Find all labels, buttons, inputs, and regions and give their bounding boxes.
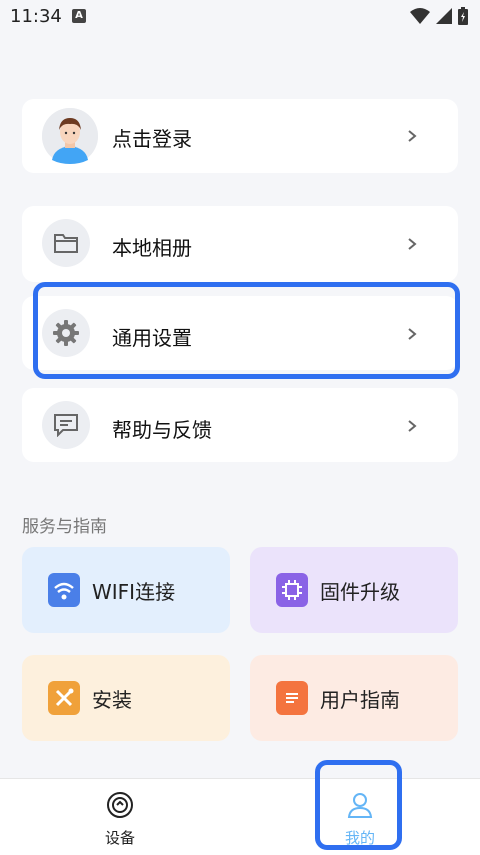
guide-label: 用户指南 bbox=[320, 688, 400, 712]
help-icon-wrap bbox=[42, 401, 90, 449]
section-title: 服务与指南 bbox=[22, 517, 107, 537]
bottom-navigation: 设备 我的 bbox=[0, 778, 480, 855]
nav-devices-label: 设备 bbox=[104, 829, 135, 847]
battery-icon bbox=[458, 7, 468, 25]
device-icon bbox=[107, 792, 133, 818]
nav-devices[interactable]: 设备 bbox=[80, 791, 160, 848]
avatar bbox=[42, 108, 98, 164]
chevron-right-icon bbox=[408, 130, 417, 142]
cell-signal-icon bbox=[436, 8, 452, 24]
message-icon bbox=[54, 414, 78, 437]
system-icons bbox=[410, 7, 468, 25]
album-icon-wrap bbox=[42, 219, 90, 267]
settings-highlight-box bbox=[33, 282, 460, 379]
wifi-icon bbox=[48, 573, 80, 607]
chevron-right-icon bbox=[408, 238, 417, 250]
document-icon bbox=[276, 681, 308, 715]
firmware-label: 固件升级 bbox=[320, 580, 400, 604]
album-label: 本地相册 bbox=[112, 236, 192, 260]
wifi-signal-icon bbox=[410, 8, 430, 24]
chevron-right-icon bbox=[408, 420, 417, 432]
wifi-label: WIFI连接 bbox=[92, 580, 176, 604]
guide-tile[interactable]: 用户指南 bbox=[250, 655, 458, 741]
help-label: 帮助与反馈 bbox=[112, 418, 212, 442]
mine-highlight-box bbox=[315, 760, 402, 850]
login-card[interactable]: 点击登录 bbox=[22, 99, 458, 173]
tools-icon bbox=[48, 681, 80, 715]
notification-icon: A bbox=[72, 9, 86, 23]
chip-icon bbox=[276, 573, 308, 607]
wifi-tile[interactable]: WIFI连接 bbox=[22, 547, 230, 633]
status-time: 11:34 bbox=[10, 6, 62, 27]
folder-icon bbox=[54, 234, 78, 253]
help-row[interactable]: 帮助与反馈 bbox=[22, 388, 458, 462]
install-label: 安装 bbox=[92, 688, 132, 712]
login-label: 点击登录 bbox=[112, 127, 192, 151]
status-bar: 11:34 A bbox=[0, 0, 480, 34]
avatar-person-icon bbox=[42, 108, 98, 164]
install-tile[interactable]: 安装 bbox=[22, 655, 230, 741]
firmware-tile[interactable]: 固件升级 bbox=[250, 547, 458, 633]
album-row[interactable]: 本地相册 bbox=[22, 206, 458, 282]
